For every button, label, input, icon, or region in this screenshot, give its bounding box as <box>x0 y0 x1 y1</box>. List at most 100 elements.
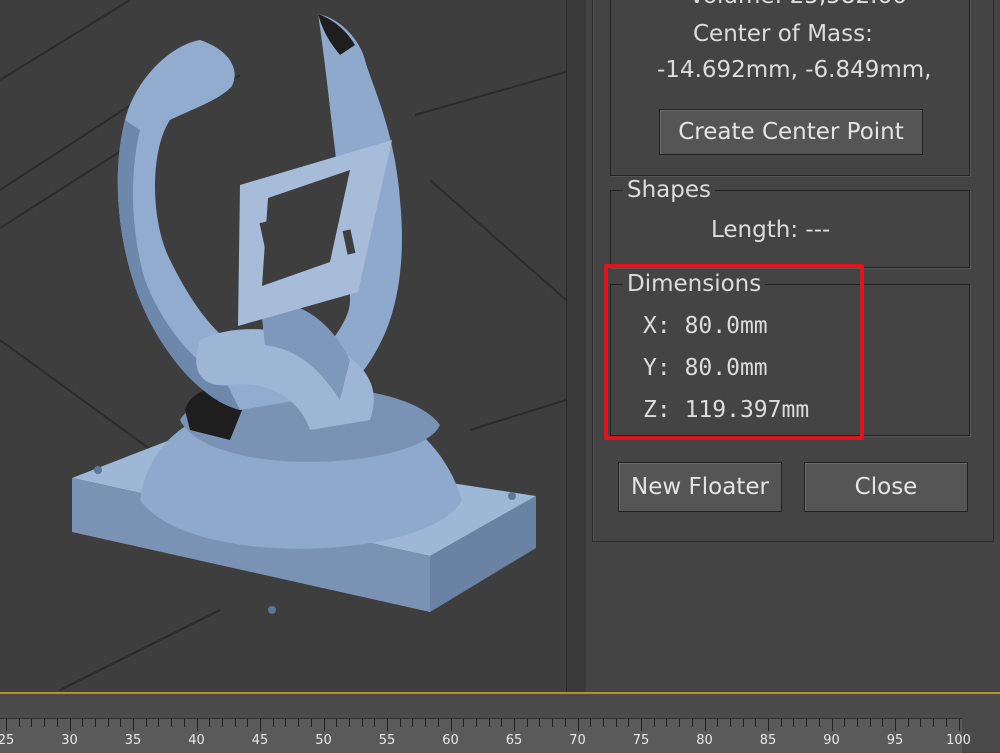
timeline-frame-label: 100 <box>946 733 971 748</box>
timeline-tick <box>717 719 719 727</box>
timeline-tick <box>602 719 604 727</box>
timeline-tick <box>590 719 592 727</box>
timeline-tick <box>780 719 782 727</box>
timeline-tick <box>933 719 935 727</box>
timeline-tick <box>107 719 109 727</box>
timeline-tick <box>361 719 363 727</box>
timeline-tick <box>501 719 503 727</box>
timeline-tick <box>272 719 274 727</box>
timeline-tick <box>666 719 668 727</box>
timeline-tick <box>564 719 566 727</box>
new-floater-button[interactable]: New Floater <box>618 462 782 512</box>
timeline-tick <box>437 719 439 727</box>
timeline-tick <box>514 719 515 731</box>
shapes-title: Shapes <box>623 177 716 203</box>
timeline-frame-label: 75 <box>632 733 650 748</box>
timeline-tick <box>412 719 414 727</box>
timeline-tick <box>463 719 465 727</box>
create-center-point-button[interactable]: Create Center Point <box>659 109 923 155</box>
timeline-tick <box>44 719 46 727</box>
center-of-mass-label: Center of Mass: <box>693 21 873 47</box>
timeline-tick <box>171 719 173 727</box>
timeline-tick <box>298 719 300 727</box>
timeline-tick <box>945 719 947 727</box>
timeline-tick <box>285 719 287 727</box>
timeline-tick <box>450 719 452 731</box>
timeline-tick <box>234 719 236 727</box>
timeline-tick <box>844 719 846 727</box>
length-row: Length: --- <box>711 217 831 243</box>
timeline-tick <box>488 719 490 727</box>
timeline-frame-label: 25 <box>0 733 15 748</box>
timeline-tick <box>221 719 223 727</box>
model-handles <box>117 14 402 430</box>
timeline-frame-label: 40 <box>188 733 205 748</box>
close-button[interactable]: Close <box>804 462 968 512</box>
timeline-tick <box>247 719 249 727</box>
timeline-tick <box>133 719 134 731</box>
timeline-tick <box>69 719 71 731</box>
timeline-tick <box>56 719 58 727</box>
timeline-tick <box>158 719 160 727</box>
timeline-frame-label: 70 <box>569 733 586 748</box>
timeline-tick <box>183 719 185 727</box>
timeline-tick <box>691 719 693 727</box>
objects-group: Volume: 25,582.66 Center of Mass: -14.69… <box>610 0 970 176</box>
timeline-frame-label: 65 <box>505 733 523 748</box>
timeline-tick <box>387 719 388 731</box>
viewport-3d[interactable] <box>0 0 566 692</box>
timeline-ruler[interactable]: 25 30 35 40 45 50 55 60 65 70 75 80 85 90 95 100 <box>0 718 971 753</box>
timeline-tick <box>552 719 554 727</box>
timeline-tick <box>641 719 642 731</box>
timeline-tick <box>425 719 427 727</box>
timeline-tick <box>18 719 20 727</box>
timeline-frame-label: 50 <box>315 733 332 748</box>
timeline-tick <box>869 719 871 727</box>
timeline-tick <box>31 719 33 727</box>
timeline-tick <box>831 719 833 731</box>
timeline-tick <box>729 719 731 727</box>
timeline-tick <box>336 719 338 727</box>
timeline-tick <box>679 719 681 727</box>
timeline-tick <box>82 719 84 727</box>
timeline-tick <box>475 719 477 727</box>
timeline-tick <box>260 719 261 731</box>
timeline-tick <box>856 719 858 727</box>
timeline-tick <box>882 719 884 727</box>
timeline-tick <box>806 719 808 727</box>
timeline-frame-label: 90 <box>823 733 840 748</box>
timeline-tick <box>94 719 96 727</box>
timeline-frame-label: 35 <box>124 733 142 748</box>
model-base <box>72 386 536 614</box>
panel-divider[interactable] <box>566 0 588 692</box>
timeline-tick <box>196 719 198 731</box>
timeline-tick <box>653 719 655 727</box>
timeline-tick <box>615 719 617 727</box>
timeline-tick <box>120 719 122 727</box>
timeline-tick <box>526 719 528 727</box>
timeline-tick <box>577 719 579 731</box>
timeline-tick <box>310 719 312 727</box>
timeline-frame-label: 55 <box>378 733 396 748</box>
timeline-tick <box>958 719 960 731</box>
timeline-tick <box>145 719 147 727</box>
timeline-tick <box>6 719 7 731</box>
timeline-frame-label: 80 <box>696 733 713 748</box>
volume-label: Volume: 25,582.66 <box>689 0 907 9</box>
timeline-tick <box>704 719 706 731</box>
timeline-tick <box>539 719 541 727</box>
timeline-tick <box>755 719 757 727</box>
timeline-frame-label: 95 <box>886 733 904 748</box>
timeline-tick <box>323 719 325 731</box>
timeline-frame-label: 30 <box>61 733 78 748</box>
timeline-tick <box>399 719 401 727</box>
shapes-group: Shapes Length: --- <box>610 177 970 268</box>
timeline-frame-label: 45 <box>251 733 269 748</box>
timeline-tick <box>628 719 630 727</box>
center-of-mass-value: -14.692mm, -6.849mm, <box>657 57 932 83</box>
viewport-scene <box>0 0 566 691</box>
timeline[interactable]: 25 30 35 40 45 50 55 60 65 70 75 80 85 90 95 100 <box>0 694 1000 753</box>
timeline-tick <box>818 719 820 727</box>
timeline-tick <box>768 719 769 731</box>
dimensions-highlight-box <box>604 264 864 440</box>
